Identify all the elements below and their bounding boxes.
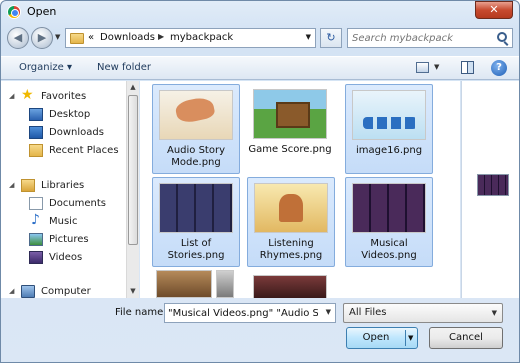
videos-icon — [29, 251, 43, 264]
filename-field[interactable]: ▼ — [164, 303, 336, 323]
sidebar-item-label: Documents — [49, 198, 107, 209]
recent-locations-dropdown[interactable]: ▼ — [55, 33, 60, 41]
scrollbar-thumb[interactable] — [128, 95, 138, 245]
folder-icon — [70, 33, 84, 44]
file-tile[interactable]: Game Score.png — [247, 84, 335, 174]
navigation-bar: ◀ ▶ ▼ « Downloads ▶ mybackpack ▼ ↻ — [1, 25, 519, 51]
collapse-arrow-icon[interactable]: ◢ — [9, 287, 14, 295]
filename-input[interactable] — [168, 306, 318, 320]
navigation-pane: ◢ Favorites Desktop Downloads Recent Pla… — [1, 81, 126, 298]
libraries-icon — [21, 179, 35, 192]
open-dialog: Open ✕ ◀ ▶ ▼ « Downloads ▶ mybackpack ▼ … — [0, 0, 520, 363]
search-input[interactable] — [352, 31, 492, 45]
file-tile[interactable]: Audio Story Mode.png — [152, 84, 240, 174]
navigation-pane-scrollbar[interactable]: ▲ ▼ — [126, 81, 139, 298]
file-name: Listening Rhymes.png — [259, 238, 323, 261]
refresh-button[interactable]: ↻ — [320, 28, 342, 48]
file-tile[interactable] — [152, 270, 240, 298]
chevron-down-icon: ▼ — [491, 309, 497, 317]
file-tile[interactable]: Listening Rhymes.png — [247, 177, 335, 267]
filename-history-dropdown[interactable]: ▼ — [326, 308, 331, 316]
image-thumbnail — [254, 183, 328, 233]
pictures-icon — [29, 233, 43, 246]
collapse-arrow-icon[interactable]: ◢ — [9, 181, 14, 189]
image-thumbnail — [159, 90, 233, 140]
recent-places-icon — [29, 144, 43, 157]
breadcrumb-mybackpack[interactable]: mybackpack — [170, 32, 233, 43]
window-title: Open — [27, 5, 57, 18]
sidebar-group-label: Computer — [41, 286, 91, 297]
chrome-app-icon — [7, 5, 21, 19]
sidebar-item-label: Desktop — [49, 109, 91, 120]
music-icon — [29, 212, 43, 228]
image-thumbnail — [253, 275, 327, 298]
image-thumbnail — [156, 270, 212, 298]
sidebar-item-label: Downloads — [49, 127, 104, 138]
computer-icon — [21, 285, 35, 298]
file-name: List of Stories.png — [167, 238, 225, 261]
file-tile[interactable] — [247, 270, 335, 298]
command-toolbar: Organize ▾ New folder ▼ ? — [1, 56, 519, 80]
sidebar-item-label: Recent Places — [49, 145, 119, 156]
sidebar-group-label: Libraries — [41, 180, 85, 191]
documents-icon — [29, 197, 43, 210]
filetype-select[interactable]: All Files ▼ — [343, 303, 503, 323]
image-thumbnail — [216, 270, 234, 298]
sidebar-item-label: Music — [49, 216, 78, 227]
organize-button[interactable]: Organize ▾ — [19, 62, 72, 73]
back-button[interactable]: ◀ — [7, 27, 29, 49]
file-name: Game Score.png — [248, 144, 332, 155]
filename-label: File name: — [115, 307, 167, 318]
file-list: Audio Story Mode.png Game Score.png imag… — [140, 81, 460, 298]
forward-button[interactable]: ▶ — [31, 27, 53, 49]
file-tile[interactable]: List of Stories.png — [152, 177, 240, 267]
image-thumbnail — [159, 183, 233, 233]
scroll-up-arrow-icon[interactable]: ▲ — [127, 81, 139, 94]
cancel-button[interactable]: Cancel — [429, 327, 503, 349]
open-button-label: Open — [362, 332, 390, 343]
scroll-down-arrow-icon[interactable]: ▼ — [127, 285, 139, 298]
file-name: image16.png — [355, 145, 423, 156]
sidebar-item-label: Videos — [49, 252, 83, 263]
image-thumbnail — [253, 89, 327, 139]
sidebar-group-label: Favorites — [41, 91, 87, 102]
breadcrumb-downloads[interactable]: Downloads — [100, 32, 155, 43]
breadcrumb-separator[interactable]: ▶ — [158, 32, 164, 41]
view-options-dropdown[interactable]: ▼ — [434, 63, 439, 71]
downloads-icon — [29, 126, 43, 139]
title-bar: Open ✕ — [1, 1, 519, 23]
sidebar-item-label: Pictures — [49, 234, 89, 245]
file-name: Audio Story Mode.png — [166, 145, 226, 168]
address-bar[interactable]: « Downloads ▶ mybackpack ▼ — [65, 28, 316, 48]
preview-pane-icon[interactable] — [461, 61, 474, 74]
open-options-dropdown[interactable]: ▼ — [408, 334, 413, 342]
new-folder-button[interactable]: New folder — [97, 62, 151, 73]
preview-thumbnail — [477, 174, 509, 196]
help-icon[interactable]: ? — [491, 60, 507, 76]
star-icon — [21, 87, 35, 103]
open-button[interactable]: Open ▼ — [346, 327, 418, 349]
address-history-dropdown[interactable]: ▼ — [306, 33, 311, 41]
image-thumbnail — [352, 90, 426, 140]
dialog-footer: File name: ▼ All Files ▼ Open ▼ Cancel — [1, 298, 519, 364]
file-name: Musical Videos.png — [361, 238, 417, 261]
search-icon[interactable] — [497, 32, 507, 42]
file-tile[interactable]: Musical Videos.png — [345, 177, 433, 267]
split-divider — [405, 330, 406, 346]
change-view-icon[interactable] — [416, 62, 429, 73]
image-thumbnail — [352, 183, 426, 233]
desktop-icon — [29, 108, 43, 121]
address-overflow-chevron[interactable]: « — [88, 32, 94, 43]
preview-pane — [461, 81, 519, 298]
search-box[interactable] — [347, 28, 513, 48]
file-tile[interactable]: image16.png — [345, 84, 433, 174]
filetype-value: All Files — [349, 307, 387, 318]
close-button[interactable]: ✕ — [475, 1, 513, 19]
collapse-arrow-icon[interactable]: ◢ — [9, 92, 14, 100]
